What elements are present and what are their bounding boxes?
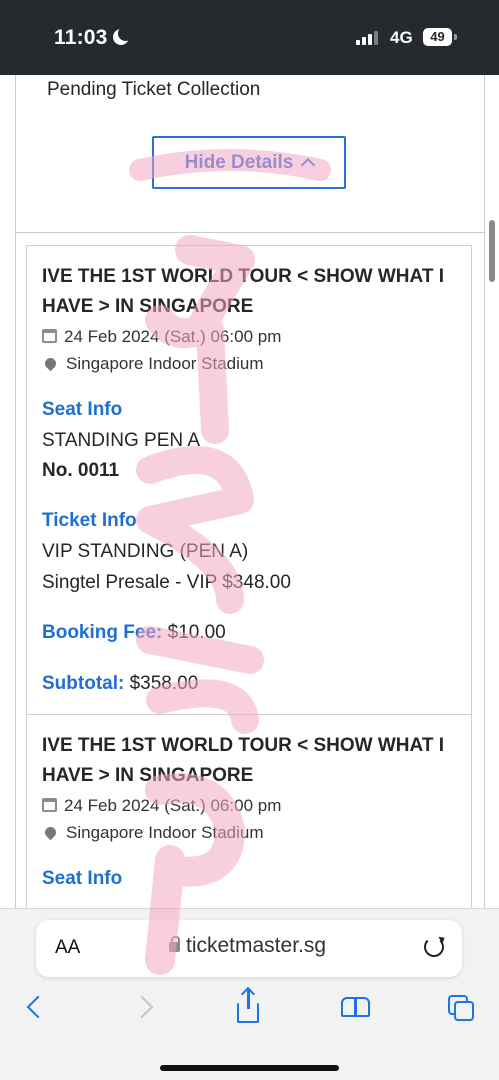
chevron-left-icon	[26, 995, 50, 1019]
event-venue-text: Singapore Indoor Stadium	[66, 354, 264, 373]
seat-info-label: Seat Info	[42, 868, 123, 889]
reader-settings-button[interactable]: AA	[55, 937, 80, 959]
status-time: 11:03	[54, 26, 108, 49]
event-venue: Singapore Indoor Stadium	[42, 823, 264, 843]
chevron-up-icon	[301, 157, 316, 173]
order-container: Pending Ticket Collection Hide Details I…	[15, 75, 485, 910]
seat-info-label: Seat Info	[42, 399, 123, 420]
hide-details-label: Hide Details	[184, 152, 294, 173]
share-button[interactable]	[231, 989, 265, 1025]
event-datetime: 24 Feb 2024 (Sat.) 06:00 pm	[42, 327, 281, 347]
event-venue-text: Singapore Indoor Stadium	[66, 823, 264, 842]
forward-button[interactable]	[128, 991, 162, 1025]
ticket-card: IVE THE 1ST WORLD TOUR < SHOW WHAT I HAV…	[26, 714, 472, 910]
ticket-price: Singtel Presale - VIP $348.00	[42, 572, 291, 593]
bookmarks-button[interactable]	[338, 991, 372, 1025]
battery-tip	[454, 34, 457, 40]
page-content[interactable]: Pending Ticket Collection Hide Details I…	[0, 75, 499, 910]
subtotal-row: Subtotal: $358.00	[42, 673, 198, 695]
subtotal-label: Subtotal:	[42, 673, 125, 694]
tabs-icon	[454, 1001, 474, 1021]
address-bar[interactable]: AA ticketmaster.sg	[36, 920, 462, 977]
location-pin-icon	[42, 355, 59, 372]
reload-icon[interactable]	[424, 937, 444, 957]
seat-area: STANDING PEN A	[42, 430, 201, 451]
ticket-info-label: Ticket Info	[42, 510, 137, 531]
event-title: IVE THE 1ST WORLD TOUR < SHOW WHAT I HAV…	[42, 735, 444, 786]
subtotal-value: $358.00	[129, 673, 199, 694]
booking-fee-value: $10.00	[167, 622, 226, 643]
event-datetime-text: 24 Feb 2024 (Sat.) 06:00 pm	[64, 327, 282, 346]
lock-icon	[169, 936, 180, 952]
browser-toolbar: AA ticketmaster.sg	[0, 908, 499, 1080]
order-status: Pending Ticket Collection	[47, 79, 261, 100]
calendar-icon	[42, 798, 57, 812]
event-title: IVE THE 1ST WORLD TOUR < SHOW WHAT I HAV…	[42, 266, 444, 317]
network-type: 4G	[390, 28, 413, 47]
event-venue: Singapore Indoor Stadium	[42, 354, 264, 374]
back-button[interactable]	[20, 991, 54, 1025]
home-indicator	[160, 1065, 339, 1071]
ticket-type: VIP STANDING (PEN A)	[42, 541, 249, 562]
scrollbar[interactable]	[489, 220, 495, 282]
booking-fee-label: Booking Fee:	[42, 622, 163, 643]
divider	[16, 232, 484, 233]
hide-details-button[interactable]: Hide Details	[152, 136, 346, 189]
location-pin-icon	[42, 824, 59, 841]
moon-icon	[113, 26, 133, 45]
battery-icon: 49	[423, 28, 452, 46]
tabs-button[interactable]	[444, 991, 478, 1025]
share-icon	[237, 989, 259, 1023]
event-datetime-text: 24 Feb 2024 (Sat.) 06:00 pm	[64, 796, 282, 815]
chevron-right-icon	[130, 995, 154, 1019]
calendar-icon	[42, 329, 57, 343]
signal-icon	[356, 31, 382, 45]
book-icon	[355, 997, 370, 1017]
seat-number: No. 0011	[42, 460, 120, 481]
book-icon	[341, 997, 356, 1017]
status-bar: 11:03 4G 49	[0, 0, 499, 75]
event-datetime: 24 Feb 2024 (Sat.) 06:00 pm	[42, 796, 281, 816]
url-text[interactable]: ticketmaster.sg	[186, 934, 326, 958]
ticket-card: IVE THE 1ST WORLD TOUR < SHOW WHAT I HAV…	[26, 245, 472, 715]
booking-fee-row: Booking Fee: $10.00	[42, 622, 226, 644]
